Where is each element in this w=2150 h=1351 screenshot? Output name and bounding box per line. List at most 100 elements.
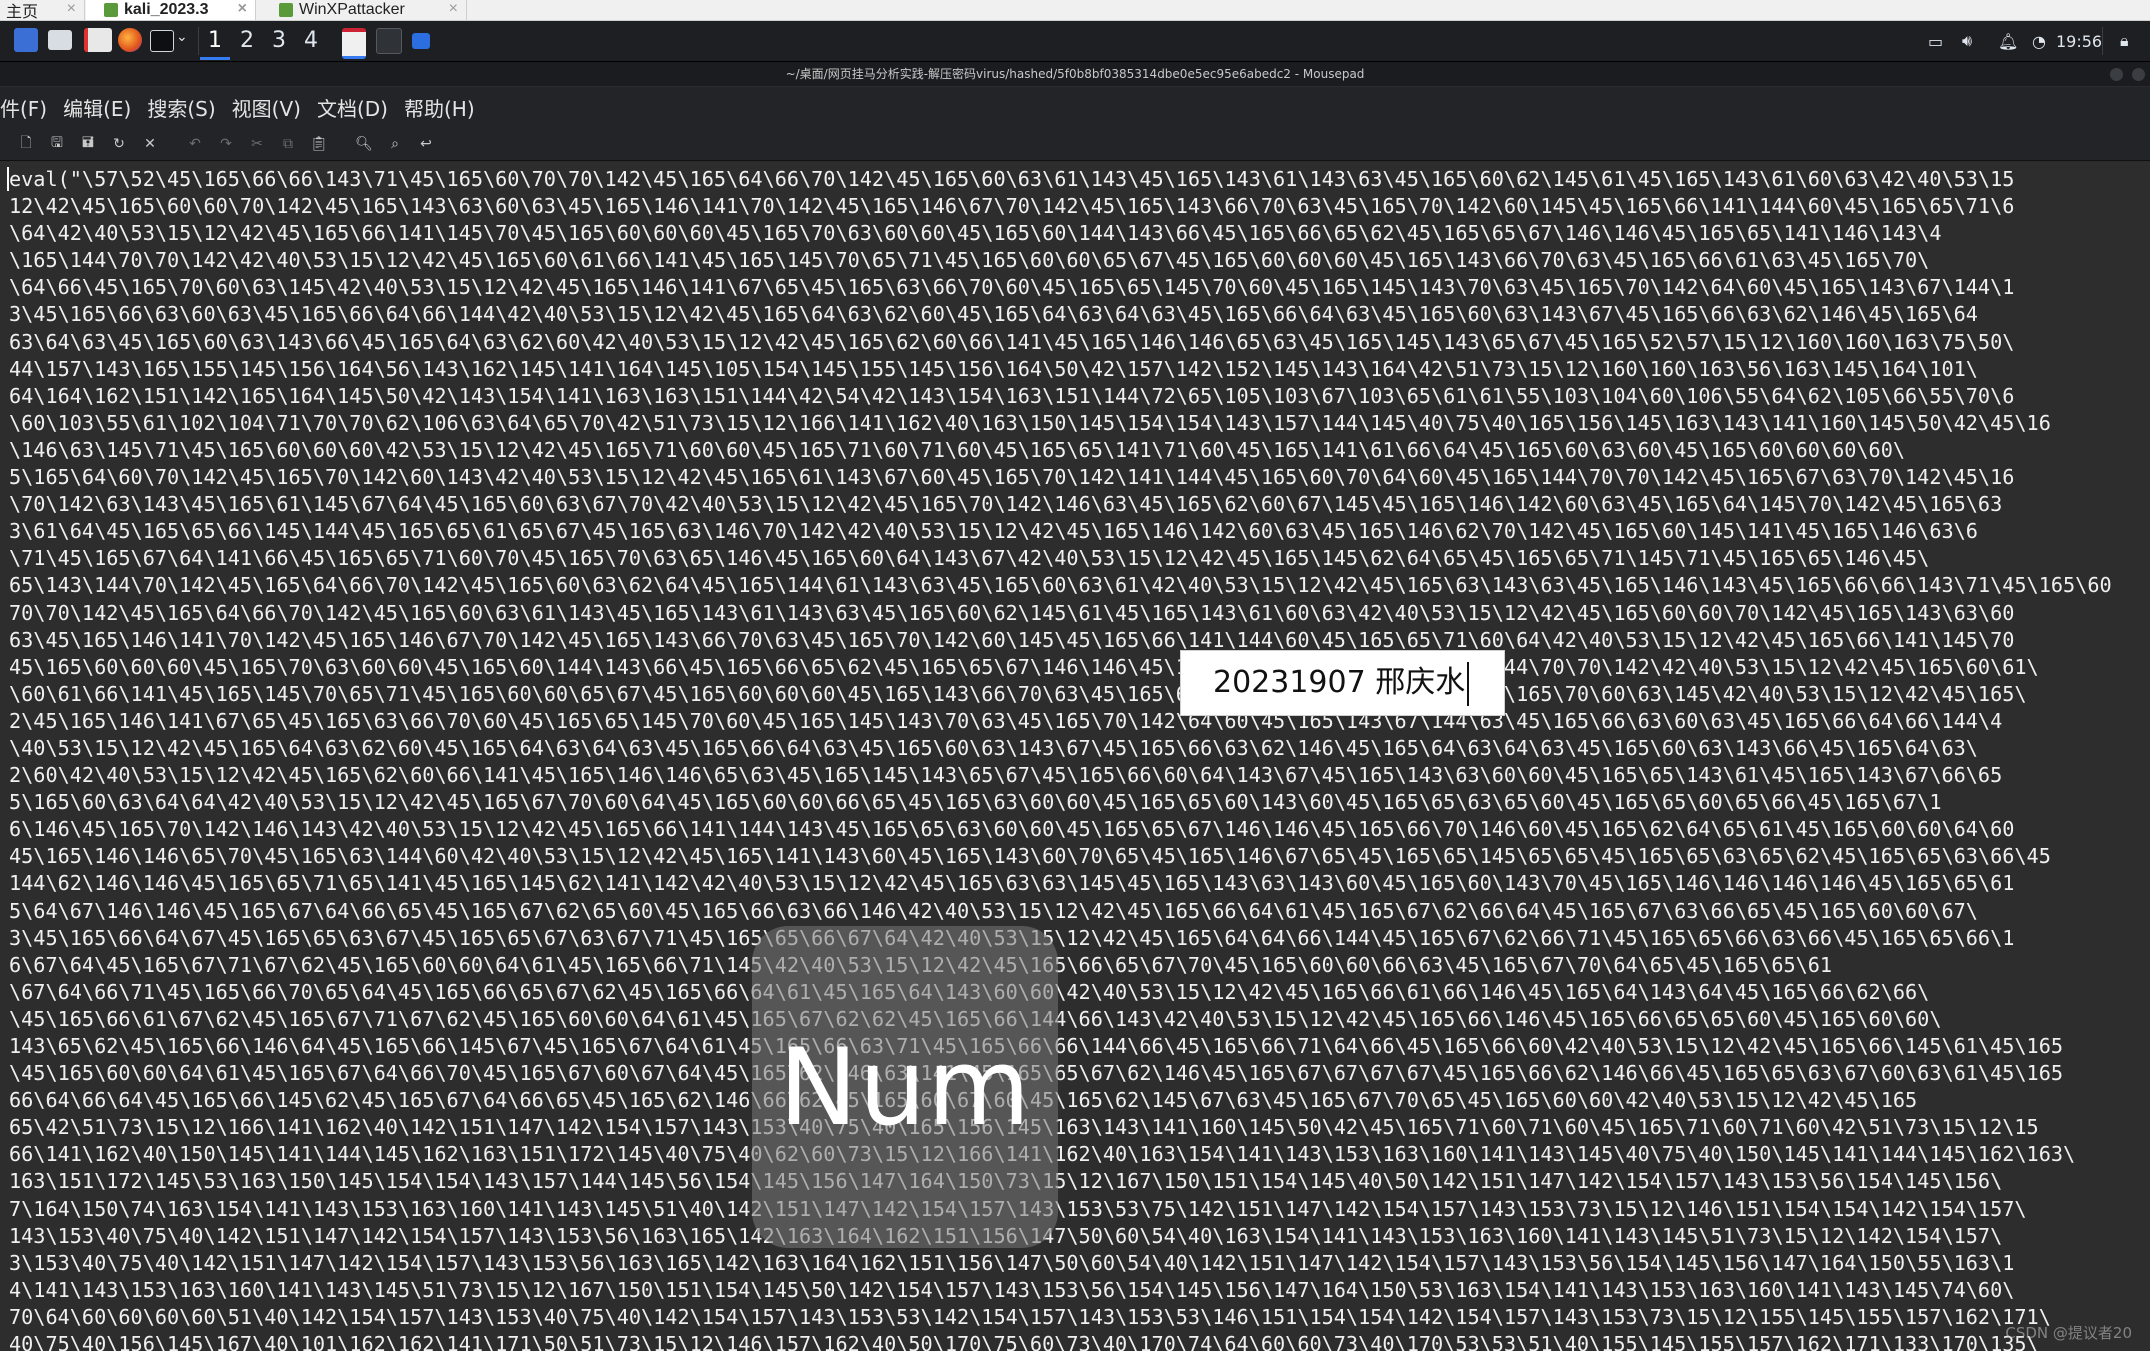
editor-line[interactable]: 5\64\67\146\146\45\165\67\64\66\65\45\16… bbox=[9, 898, 2150, 925]
editor-line[interactable]: \71\45\165\67\64\141\66\45\165\65\71\60\… bbox=[9, 545, 2150, 572]
editor-line[interactable]: 163\151\172\145\53\163\150\145\154\154\1… bbox=[9, 1168, 2150, 1195]
editor-line[interactable]: 2\60\42\40\53\15\12\42\45\165\62\60\66\1… bbox=[9, 762, 2150, 789]
editor-line[interactable]: 143\153\40\75\40\142\151\147\142\154\157… bbox=[9, 1223, 2150, 1250]
redo-icon[interactable]: ↷ bbox=[212, 130, 240, 158]
editor-line[interactable]: 2\45\165\146\141\67\65\45\165\63\66\70\6… bbox=[9, 708, 2150, 735]
editor-line[interactable]: 44\157\143\165\155\145\156\164\56\143\16… bbox=[9, 356, 2150, 383]
editor-line[interactable]: \45\165\60\60\64\61\45\165\67\64\66\70\4… bbox=[9, 1060, 2150, 1087]
terminal-icon[interactable] bbox=[150, 30, 174, 52]
editor-line[interactable]: 3\45\165\66\63\60\63\45\165\66\64\66\144… bbox=[9, 301, 2150, 328]
terminal-task-icon[interactable] bbox=[376, 28, 402, 54]
editor-line[interactable]: 3\61\64\45\165\65\66\145\144\45\165\65\6… bbox=[9, 518, 2150, 545]
editor-line[interactable]: 66\64\66\64\45\165\66\145\62\45\165\67\6… bbox=[9, 1087, 2150, 1114]
vm-tab-home[interactable]: 主页 × bbox=[0, 0, 85, 21]
watermark: CSDN @提议者20 bbox=[2005, 1324, 2132, 1342]
menu-search[interactable]: 搜索(S) bbox=[139, 93, 223, 122]
numlock-osd: Num bbox=[752, 926, 1058, 1248]
vm-tab-kali[interactable]: kali_2023.3 × bbox=[86, 0, 256, 20]
firefox-icon[interactable] bbox=[118, 28, 142, 52]
student-id-text: 20231907 邢庆水 bbox=[1213, 665, 1466, 700]
vm-tab-winxp[interactable]: WinXPattacker × bbox=[257, 0, 467, 20]
menu-edit[interactable]: 编辑(E) bbox=[55, 93, 139, 122]
workspace-1[interactable]: 1 bbox=[200, 25, 230, 60]
new-document-icon[interactable]: 🗋 bbox=[12, 130, 40, 158]
editor-line[interactable]: 70\70\142\45\165\64\66\70\142\45\165\60\… bbox=[9, 600, 2150, 627]
editor-line[interactable]: 6\146\45\165\70\142\146\143\42\40\53\15\… bbox=[9, 816, 2150, 843]
show-desktop-icon[interactable] bbox=[14, 28, 38, 52]
minimize-button[interactable] bbox=[2110, 68, 2123, 81]
reload-icon[interactable]: ↻ bbox=[105, 130, 133, 158]
undo-icon[interactable]: ↶ bbox=[181, 130, 209, 158]
editor-line[interactable]: 45\165\60\60\60\45\165\70\63\60\60\45\16… bbox=[9, 654, 2150, 681]
editor-line[interactable]: \64\66\45\165\70\60\63\145\42\40\53\15\1… bbox=[9, 274, 2150, 301]
maximize-button[interactable] bbox=[2132, 68, 2145, 81]
vm-tab-strip: 主页 × kali_2023.3 × WinXPattacker × bbox=[0, 0, 2150, 21]
top-panel: ⌄ 1 2 3 4 ▭ 🔊︎ 🔔︎ ◔ 19:56 🔒︎ bbox=[0, 21, 2150, 62]
editor-line[interactable]: 40\75\40\156\145\167\40\101\162\162\141\… bbox=[9, 1331, 2150, 1351]
menu-document[interactable]: 文档(D) bbox=[309, 93, 396, 122]
workspace-2[interactable]: 2 bbox=[232, 25, 262, 57]
editor-line[interactable]: 66\141\162\40\150\145\141\144\145\162\16… bbox=[9, 1141, 2150, 1168]
student-id-label[interactable]: 20231907 邢庆水 bbox=[1180, 650, 1505, 716]
display-icon[interactable]: ▭ bbox=[1928, 21, 1943, 61]
close-icon[interactable]: × bbox=[238, 0, 247, 18]
text-cursor bbox=[1467, 661, 1470, 706]
text-editor[interactable]: eval("\57\52\45\165\66\66\143\71\45\165\… bbox=[0, 162, 2150, 1351]
editor-line[interactable]: \45\165\66\61\67\62\45\165\67\71\67\62\4… bbox=[9, 1006, 2150, 1033]
close-icon[interactable]: × bbox=[449, 0, 458, 18]
window-switcher-icon[interactable] bbox=[412, 33, 430, 49]
pdf-viewer-icon[interactable] bbox=[84, 28, 112, 52]
numlock-osd-text: Num bbox=[778, 1025, 1032, 1149]
editor-line[interactable]: 3\45\165\66\64\67\45\165\65\63\67\45\165… bbox=[9, 925, 2150, 952]
editor-line[interactable]: 70\64\60\60\60\60\51\40\142\154\157\143\… bbox=[9, 1304, 2150, 1331]
cut-icon[interactable]: ✂ bbox=[243, 130, 271, 158]
editor-content[interactable]: eval("\57\52\45\165\66\66\143\71\45\165\… bbox=[0, 162, 2150, 1351]
editor-line[interactable]: 7\164\150\74\163\154\141\143\153\163\160… bbox=[9, 1196, 2150, 1223]
menu-help[interactable]: 帮助(H) bbox=[396, 93, 483, 122]
editor-line[interactable]: \60\103\55\61\102\104\71\70\70\62\106\63… bbox=[9, 410, 2150, 437]
chevron-down-icon[interactable]: ⌄ bbox=[176, 29, 188, 45]
mousepad-task-icon[interactable] bbox=[342, 28, 366, 59]
lock-icon[interactable]: 🔒︎ bbox=[2120, 21, 2129, 61]
editor-line[interactable]: \70\142\63\143\45\165\61\145\67\64\45\16… bbox=[9, 491, 2150, 518]
open-icon[interactable]: 🖫 bbox=[43, 130, 71, 158]
editor-line[interactable]: \146\63\145\71\45\165\60\60\60\42\53\15\… bbox=[9, 437, 2150, 464]
editor-line[interactable]: \64\42\40\53\15\12\42\45\165\66\141\145\… bbox=[9, 220, 2150, 247]
file-manager-icon[interactable] bbox=[48, 30, 72, 50]
editor-line[interactable]: 5\165\64\60\70\142\45\165\70\142\60\143\… bbox=[9, 464, 2150, 491]
save-as-icon[interactable]: 🖬 bbox=[74, 130, 102, 158]
menu-file[interactable]: 件(F) bbox=[0, 93, 55, 122]
editor-line[interactable]: 65\42\51\73\15\12\166\141\162\40\142\151… bbox=[9, 1114, 2150, 1141]
editor-line[interactable]: 63\64\63\45\165\60\63\143\66\45\165\64\6… bbox=[9, 329, 2150, 356]
editor-line[interactable]: 143\65\62\45\165\66\146\64\45\165\66\145… bbox=[9, 1033, 2150, 1060]
editor-line[interactable]: \40\53\15\12\42\45\165\64\63\62\60\45\16… bbox=[9, 735, 2150, 762]
editor-line[interactable]: 12\42\45\165\60\60\70\142\45\165\143\63\… bbox=[9, 193, 2150, 220]
menu-view[interactable]: 视图(V) bbox=[224, 93, 309, 122]
go-to-line-icon[interactable]: ↩ bbox=[412, 130, 440, 158]
close-icon[interactable]: × bbox=[67, 0, 76, 18]
workspace-4[interactable]: 4 bbox=[296, 25, 326, 57]
clock[interactable]: 19:56 bbox=[2056, 21, 2102, 61]
editor-line[interactable]: 65\143\144\70\142\45\165\64\66\70\142\45… bbox=[9, 572, 2150, 599]
editor-line[interactable]: 63\45\165\146\141\70\142\45\165\146\67\7… bbox=[9, 627, 2150, 654]
editor-line[interactable]: \165\144\70\70\142\42\40\53\15\12\42\45\… bbox=[9, 247, 2150, 274]
editor-line[interactable]: \67\64\66\71\45\165\66\70\65\64\45\165\6… bbox=[9, 979, 2150, 1006]
editor-line[interactable]: 45\165\146\146\65\70\45\165\63\144\60\42… bbox=[9, 843, 2150, 870]
find-icon[interactable]: 🔍︎ bbox=[350, 130, 378, 158]
close-icon[interactable]: ✕ bbox=[136, 130, 164, 158]
volume-icon[interactable]: 🔊︎ bbox=[1962, 21, 1972, 61]
editor-line[interactable]: \60\61\66\141\45\165\145\70\65\71\45\165… bbox=[9, 681, 2150, 708]
editor-line[interactable]: eval("\57\52\45\165\66\66\143\71\45\165\… bbox=[9, 166, 2150, 193]
paste-icon[interactable]: 📋︎ bbox=[305, 130, 333, 158]
notification-bell-icon[interactable]: 🔔︎ bbox=[1998, 21, 2018, 61]
workspace-3[interactable]: 3 bbox=[264, 25, 294, 57]
copy-icon[interactable]: ⧉ bbox=[274, 130, 302, 158]
editor-line[interactable]: 3\153\40\75\40\142\151\147\142\154\157\1… bbox=[9, 1250, 2150, 1277]
editor-line[interactable]: 6\67\64\45\165\67\71\67\62\45\165\60\60\… bbox=[9, 952, 2150, 979]
editor-line[interactable]: 4\141\143\153\163\160\141\143\145\51\73\… bbox=[9, 1277, 2150, 1304]
find-replace-icon[interactable]: ⌕ bbox=[381, 130, 409, 158]
editor-line[interactable]: 5\165\60\63\64\64\42\40\53\15\12\42\45\1… bbox=[9, 789, 2150, 816]
window-title: ~/桌面/网页挂马分析实践-解压密码virus/hashed/5f0b8bf03… bbox=[785, 67, 1365, 81]
editor-line[interactable]: 144\62\146\146\45\165\65\71\65\141\45\16… bbox=[9, 870, 2150, 897]
editor-line[interactable]: 64\164\162\151\142\165\164\145\50\42\143… bbox=[9, 383, 2150, 410]
